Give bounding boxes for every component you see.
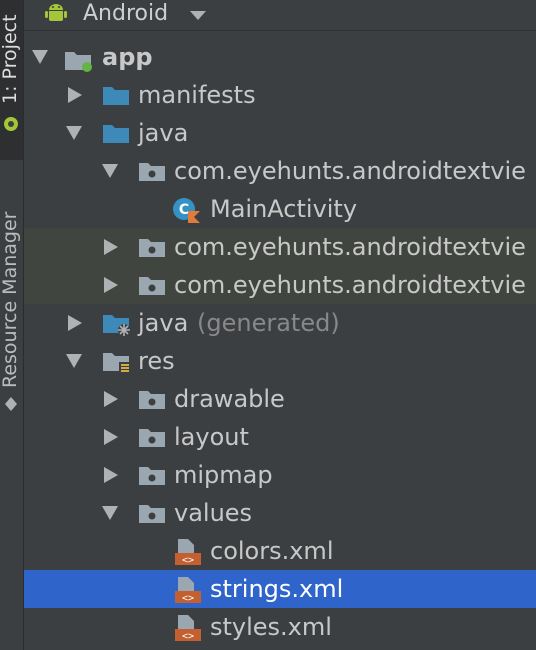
tool-window-strip: 1: Project Resource Manager	[0, 0, 24, 650]
tree-label-package-androidtest: com.eyehunts.androidtextvie	[174, 233, 526, 261]
android-icon	[45, 4, 67, 21]
tree-item-package-androidtest[interactable]: com.eyehunts.androidtextvie	[24, 228, 536, 266]
expand-arrow-icon[interactable]	[104, 239, 118, 255]
package-folder-icon	[139, 239, 165, 257]
folder-icon	[103, 87, 129, 105]
resource-manager-tool-tab[interactable]: Resource Manager	[0, 178, 23, 418]
tree-label-colors-xml: colors.xml	[210, 537, 334, 565]
package-folder-icon	[139, 163, 165, 181]
expand-arrow-icon[interactable]	[102, 506, 118, 520]
resource-folder-icon	[103, 353, 131, 374]
source-folder-icon	[103, 125, 129, 143]
tree-item-mainactivity[interactable]: C MainActivity	[24, 190, 536, 228]
generated-suffix: (generated)	[197, 309, 340, 337]
expand-arrow-icon[interactable]	[66, 354, 82, 368]
svg-text:<>: <>	[182, 631, 194, 642]
tree-item-java[interactable]: java	[24, 114, 536, 152]
expand-arrow-icon[interactable]	[104, 429, 118, 445]
generated-source-folder-icon	[103, 315, 130, 336]
resource-manager-icon	[5, 397, 17, 411]
project-view-header[interactable]: Android	[24, 0, 536, 31]
expand-arrow-icon[interactable]	[66, 126, 82, 140]
view-mode-selector[interactable]: Android	[83, 0, 168, 28]
module-folder-icon	[65, 52, 92, 72]
tree-label-java-generated: java	[138, 309, 189, 337]
tree-label-drawable: drawable	[174, 385, 285, 413]
tree-item-layout[interactable]: layout	[24, 418, 536, 456]
project-tool-tab[interactable]: 1: Project	[0, 0, 23, 160]
package-folder-icon	[139, 429, 165, 447]
tree-label-mainactivity: MainActivity	[210, 195, 358, 223]
tree-label-manifests: manifests	[138, 81, 256, 109]
resource-manager-tab-label: Resource Manager	[0, 211, 21, 388]
tree-item-values[interactable]: values	[24, 494, 536, 532]
tree-item-drawable[interactable]: drawable	[24, 380, 536, 418]
tree-item-package-main[interactable]: com.eyehunts.androidtextvie	[24, 152, 536, 190]
project-tab-label: 1: Project	[0, 14, 21, 104]
tree-label-res: res	[138, 347, 175, 375]
chevron-down-icon[interactable]	[190, 11, 206, 20]
tree-item-styles-xml[interactable]: <> styles.xml	[24, 608, 536, 646]
project-android-icon	[4, 117, 18, 131]
tree-label-strings-xml: strings.xml	[210, 575, 344, 603]
tree-label-java: java	[138, 119, 189, 147]
tree-label-styles-xml: styles.xml	[210, 613, 332, 641]
tree-item-strings-xml[interactable]: <> strings.xml	[24, 570, 536, 608]
expand-arrow-icon[interactable]	[104, 391, 118, 407]
expand-arrow-icon[interactable]	[32, 50, 48, 64]
kotlin-class-icon: C	[173, 198, 200, 223]
tree-label-app: app	[102, 43, 153, 71]
package-folder-icon	[139, 277, 165, 295]
package-folder-icon	[139, 391, 165, 409]
expand-arrow-icon[interactable]	[68, 315, 82, 331]
tree-item-mipmap[interactable]: mipmap	[24, 456, 536, 494]
tree-item-java-generated[interactable]: java (generated)	[24, 304, 536, 342]
expand-arrow-icon[interactable]	[104, 467, 118, 483]
tree-item-app[interactable]: app	[24, 38, 536, 76]
tree-label-values: values	[174, 499, 253, 527]
expand-arrow-icon[interactable]	[104, 277, 118, 293]
tree-label-package-test: com.eyehunts.androidtextvie	[174, 271, 526, 299]
svg-text:<>: <>	[182, 555, 194, 566]
tree-item-colors-xml[interactable]: <> colors.xml	[24, 532, 536, 570]
expand-arrow-icon[interactable]	[102, 164, 118, 178]
tree-label-package-main: com.eyehunts.androidtextvie	[174, 157, 526, 185]
svg-text:<>: <>	[182, 593, 194, 604]
tree-label-mipmap: mipmap	[174, 461, 273, 489]
tree-item-res[interactable]: res	[24, 342, 536, 380]
xml-file-icon: <>	[175, 615, 201, 642]
expand-arrow-icon[interactable]	[68, 87, 82, 103]
package-folder-icon	[139, 505, 165, 523]
package-folder-icon	[139, 467, 165, 485]
tree-item-manifests[interactable]: manifests	[24, 76, 536, 114]
xml-file-icon: <>	[175, 539, 201, 566]
tree-label-layout: layout	[174, 423, 249, 451]
svg-text:C: C	[179, 202, 189, 218]
xml-file-icon: <>	[175, 577, 201, 604]
tree-item-package-test[interactable]: com.eyehunts.androidtextvie	[24, 266, 536, 304]
